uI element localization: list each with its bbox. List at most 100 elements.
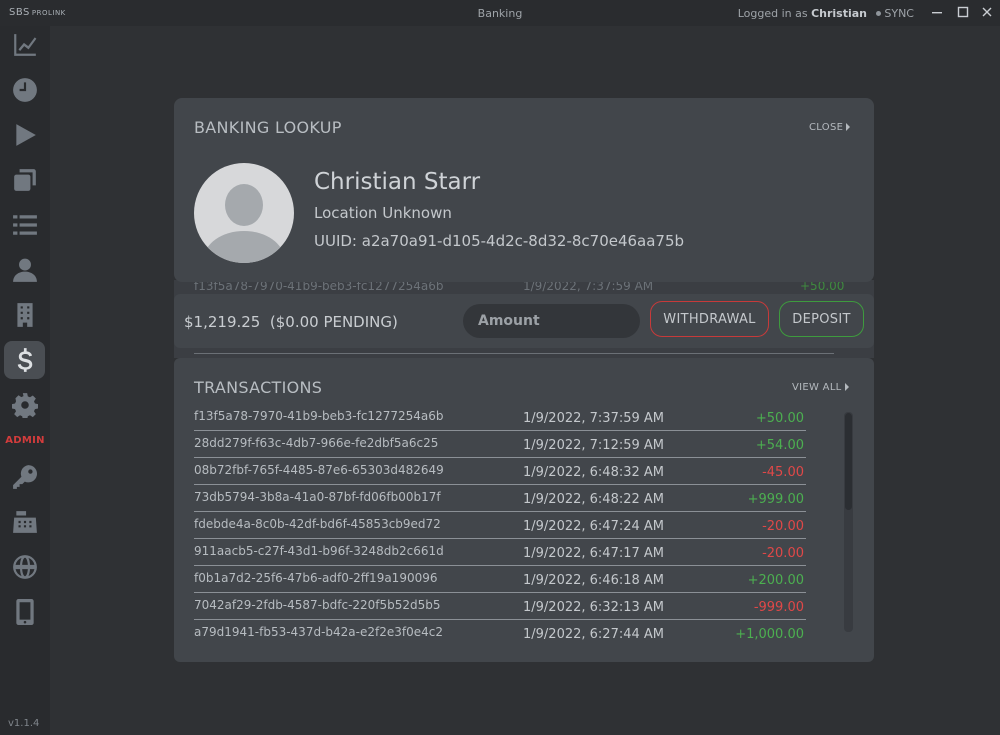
transactions-list: f13f5a78-7970-41b9-beb3-fc1277254a6b 1/9/… [194, 404, 806, 646]
sync-indicator[interactable]: SYNC [876, 7, 914, 20]
transaction-id: 28dd279f-f63c-4db7-966e-fe2dbf5a6c25 [194, 436, 439, 450]
logged-prefix: Logged in as [737, 7, 808, 20]
transaction-amount: +50.00 [755, 411, 804, 426]
transaction-id: 911aacb5-c27f-43d1-b96f-3248db2c661d [194, 544, 444, 558]
globe-icon [12, 555, 37, 579]
transaction-date: 1/9/2022, 7:37:59 AM [523, 411, 665, 426]
transaction-amount: -20.00 [762, 546, 804, 561]
sidebar-item-list[interactable] [4, 206, 45, 244]
close-label: CLOSE [809, 122, 844, 133]
maximize-button[interactable] [956, 5, 970, 19]
table-row[interactable]: 08b72fbf-765f-4485-87e6-65303d482649 1/9/… [194, 458, 806, 485]
chart-icon [13, 34, 36, 56]
transactions-panel: TRANSACTIONS VIEW ALL f13f5a78-7970-41b9… [174, 358, 874, 662]
maximize-icon [957, 6, 969, 18]
sync-label: SYNC [884, 7, 914, 20]
sidebar-item-web[interactable] [4, 548, 45, 586]
sidebar-item-copy[interactable] [4, 161, 45, 199]
account-actions-bar: $1,219.25 ($0.00 PENDING) WITHDRAWAL DEP… [174, 294, 874, 348]
transaction-id: 08b72fbf-765f-4485-87e6-65303d482649 [194, 463, 444, 477]
sidebar-item-stats[interactable] [4, 26, 45, 64]
avatar-body [204, 231, 284, 263]
key-icon [12, 465, 37, 489]
sidebar-item-keys[interactable] [4, 458, 45, 496]
withdrawal-button[interactable]: WITHDRAWAL [650, 301, 769, 337]
close-window-button[interactable] [980, 5, 994, 19]
app-version: v1.1.4 [8, 718, 40, 729]
transaction-amount: +54.00 [755, 438, 804, 453]
copy-icon [13, 169, 36, 191]
transaction-date: 1/9/2022, 6:47:24 AM [523, 519, 665, 534]
sidebar-item-business[interactable] [4, 296, 45, 334]
banking-lookup-panel: BANKING LOOKUP CLOSE Christian Starr Loc… [174, 98, 874, 282]
avatar [194, 163, 294, 263]
sidebar-item-phone[interactable] [4, 593, 45, 631]
gear-icon [11, 393, 38, 418]
sidebar: ADMIN v1.1.4 [0, 26, 50, 735]
sidebar-item-register[interactable] [4, 503, 45, 541]
table-row[interactable]: 73db5794-3b8a-41a0-87bf-fd06fb00b17f 1/9/… [194, 485, 806, 512]
amount-input[interactable] [463, 304, 640, 338]
sidebar-item-play[interactable] [4, 116, 45, 154]
panel-title: BANKING LOOKUP [194, 118, 342, 137]
transactions-title: TRANSACTIONS [194, 378, 323, 397]
close-panel-button[interactable]: CLOSE [809, 122, 851, 133]
sidebar-item-banking[interactable] [4, 341, 45, 379]
building-icon [16, 303, 33, 327]
customer-uuid: UUID: a2a70a91-d105-4d2c-8d32-8c70e46aa7… [314, 232, 685, 250]
transaction-amount: +200.00 [747, 573, 804, 588]
view-all-button[interactable]: VIEW ALL [792, 382, 849, 393]
caret-right-icon [844, 383, 849, 391]
table-row[interactable]: a79d1941-fb53-437d-b42a-e2f2e3f0e4c2 1/9/… [194, 620, 806, 646]
transaction-amount: +999.00 [747, 492, 804, 507]
transaction-id: f0b1a7d2-25f6-47b6-adf0-2ff19a190096 [194, 571, 438, 585]
sync-dot-icon [876, 11, 882, 16]
transaction-amount: -999.00 [753, 600, 804, 615]
transaction-amount: -45.00 [762, 465, 804, 480]
close-icon [982, 7, 992, 17]
transaction-date: 1/9/2022, 6:48:22 AM [523, 492, 665, 507]
customer-location: Location Unknown [314, 204, 452, 222]
caret-right-icon [846, 123, 851, 131]
table-row[interactable]: 7042af29-2fdb-4587-bdfc-220f5b52d5b5 1/9/… [194, 593, 806, 620]
transactions-scrollbar[interactable] [844, 412, 853, 632]
title-bar: SBS PROLINK Banking Logged in as Christia… [0, 0, 1000, 26]
table-row[interactable]: f0b1a7d2-25f6-47b6-adf0-2ff19a190096 1/9/… [194, 566, 806, 593]
transaction-amount: -20.00 [762, 519, 804, 534]
transaction-id: fdebde4a-8c0b-42df-bd6f-45853cb9ed72 [194, 517, 441, 531]
table-row[interactable]: 911aacb5-c27f-43d1-b96f-3248db2c661d 1/9/… [194, 539, 806, 566]
sidebar-item-settings[interactable] [4, 386, 45, 424]
transaction-id: 7042af29-2fdb-4587-bdfc-220f5b52d5b5 [194, 598, 441, 612]
transaction-id: f13f5a78-7970-41b9-beb3-fc1277254a6b [194, 409, 444, 423]
keypad-icon [12, 511, 37, 533]
customer-name: Christian Starr [314, 169, 481, 195]
transaction-date: 1/9/2022, 6:47:17 AM [523, 546, 665, 561]
logged-in-status: Logged in as Christian [738, 7, 867, 20]
clock-icon [12, 78, 37, 102]
scrollbar-thumb[interactable] [845, 413, 852, 510]
logged-user: Christian [811, 7, 867, 20]
sidebar-item-history[interactable] [4, 71, 45, 109]
deposit-button[interactable]: DEPOSIT [779, 301, 864, 337]
table-row[interactable]: 28dd279f-f63c-4db7-966e-fe2dbf5a6c25 1/9/… [194, 431, 806, 458]
transaction-id: a79d1941-fb53-437d-b42a-e2f2e3f0e4c2 [194, 625, 443, 639]
phone-icon [15, 599, 34, 625]
transaction-date: 1/9/2022, 6:48:32 AM [523, 465, 665, 480]
dollar-icon [17, 348, 32, 372]
transaction-amount: +1,000.00 [735, 627, 804, 642]
transaction-date: 1/9/2022, 6:32:13 AM [523, 600, 665, 615]
table-row[interactable]: f13f5a78-7970-41b9-beb3-fc1277254a6b 1/9/… [194, 404, 806, 431]
transaction-date: 1/9/2022, 6:46:18 AM [523, 573, 665, 588]
table-row[interactable]: fdebde4a-8c0b-42df-bd6f-45853cb9ed72 1/9/… [194, 512, 806, 539]
user-icon [12, 258, 37, 282]
transaction-date: 1/9/2022, 6:27:44 AM [523, 627, 665, 642]
avatar-head [225, 184, 263, 226]
sidebar-item-user[interactable] [4, 251, 45, 289]
list-icon [12, 215, 37, 235]
admin-section-label: ADMIN [5, 435, 45, 446]
transaction-date: 1/9/2022, 7:12:59 AM [523, 438, 665, 453]
minimize-icon [932, 12, 942, 14]
minimize-button[interactable] [930, 5, 944, 19]
ghost-divider [194, 353, 834, 354]
account-balance: $1,219.25 ($0.00 PENDING) [184, 313, 398, 331]
